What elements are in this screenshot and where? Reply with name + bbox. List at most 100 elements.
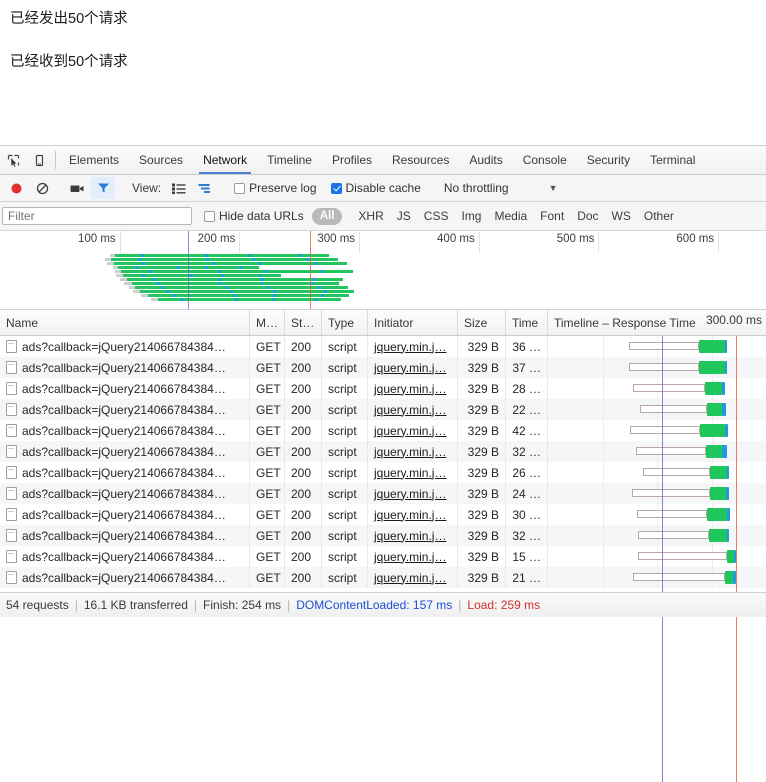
requests-table-body[interactable]: ads?callback=jQuery214066784384… GET 200 sc… [0,336,766,782]
filter-type-xhr[interactable]: XHR [353,209,388,223]
cell-name: ads?callback=jQuery214066784384… [0,462,250,483]
filter-funnel-icon[interactable] [91,177,115,199]
column-header-status[interactable]: St… [285,310,322,335]
column-header-size[interactable]: Size [458,310,506,335]
tab-terminal[interactable]: Terminal [640,146,705,174]
overview-bar-marker [232,294,236,297]
tab-timeline[interactable]: Timeline [257,146,322,174]
table-row[interactable]: ads?callback=jQuery214066784384… GET 200 sc… [0,504,766,525]
cell-method: GET [250,420,285,441]
cell-type: script [322,420,368,441]
table-row[interactable]: ads?callback=jQuery214066784384… GET 200 sc… [0,357,766,378]
checkbox-box [234,182,246,194]
hide-data-urls-checkbox[interactable]: Hide data URLs [204,209,304,223]
preserve-log-checkbox[interactable]: Preserve log [234,181,317,195]
disable-cache-checkbox[interactable]: Disable cache [330,181,421,195]
overview-domcontentloaded-line [187,231,189,309]
initiator-link[interactable]: jquery.min.j… [374,403,446,417]
cell-status: 200 [285,378,322,399]
tab-security[interactable]: Security [577,146,640,174]
tab-audits[interactable]: Audits [459,146,512,174]
table-row[interactable]: ads?callback=jQuery214066784384… GET 200 sc… [0,483,766,504]
overview-bar-marker [205,266,209,269]
initiator-link[interactable]: jquery.min.j… [374,340,446,354]
waterfall-wait-bar [633,573,725,581]
overview-bar-marker [271,298,275,301]
filter-type-all[interactable]: All [311,207,343,225]
overview-bar-marker [206,258,210,261]
filter-type-other[interactable]: Other [639,209,679,223]
table-row[interactable]: ads?callback=jQuery214066784384… GET 200 sc… [0,336,766,357]
column-header-time[interactable]: Time [506,310,548,335]
initiator-link[interactable]: jquery.min.j… [374,487,446,501]
initiator-link[interactable]: jquery.min.j… [374,382,446,396]
clear-icon[interactable] [30,177,54,199]
cell-time: 32 … [506,441,548,462]
filter-type-doc[interactable]: Doc [572,209,603,223]
tab-sources[interactable]: Sources [129,146,193,174]
waterfall-wait-bar [631,489,711,497]
table-row[interactable]: ads?callback=jQuery214066784384… GET 200 sc… [0,525,766,546]
filter-type-media[interactable]: Media [489,209,532,223]
waterfall-download-bar [724,361,727,374]
tab-resources[interactable]: Resources [382,146,459,174]
cell-name: ads?callback=jQuery214066784384… [0,546,250,567]
initiator-link[interactable]: jquery.min.j… [374,361,446,375]
column-header-name[interactable]: Name [0,310,250,335]
filter-type-img[interactable]: Img [456,209,486,223]
filter-input[interactable] [2,207,192,225]
view-waterfall-icon[interactable] [193,177,217,199]
filter-type-js[interactable]: JS [392,209,416,223]
column-header-method[interactable]: M… [250,310,285,335]
capture-screenshots-icon[interactable] [65,177,89,199]
request-name: ads?callback=jQuery214066784384… [22,402,226,417]
waterfall-gridline [602,525,604,546]
network-overview-timeline[interactable]: 100 ms 200 ms 300 ms 400 ms 500 ms 600 ms [0,231,766,310]
overview-bar-response [148,294,350,297]
column-header-type[interactable]: Type [322,310,368,335]
overview-bar-wait [106,262,114,265]
table-row[interactable]: ads?callback=jQuery214066784384… GET 200 sc… [0,378,766,399]
column-header-waterfall[interactable]: Timeline – Response Time 300.00 ms [548,310,766,335]
filter-type-list: XHR JS CSS Img Media Font Doc WS Other [353,209,678,223]
tab-network[interactable]: Network [193,146,257,174]
table-row[interactable]: ads?callback=jQuery214066784384… GET 200 sc… [0,420,766,441]
initiator-link[interactable]: jquery.min.j… [374,529,446,543]
filter-type-ws[interactable]: WS [607,209,636,223]
overview-bar-response [123,274,282,277]
cell-type: script [322,441,368,462]
initiator-link[interactable]: jquery.min.j… [374,424,446,438]
column-header-initiator[interactable]: Initiator [368,310,458,335]
device-toolbar-icon[interactable] [26,146,52,174]
request-name: ads?callback=jQuery214066784384… [22,381,226,396]
table-row[interactable]: ads?callback=jQuery214066784384… GET 200 sc… [0,462,766,483]
element-picker-icon[interactable] [0,146,26,174]
view-list-icon[interactable] [167,177,191,199]
initiator-link[interactable]: jquery.min.j… [374,508,446,522]
tab-elements[interactable]: Elements [59,146,129,174]
initiator-link[interactable]: jquery.min.j… [374,445,446,459]
waterfall-response-bar [726,550,735,563]
cell-initiator: jquery.min.j… [368,336,458,357]
initiator-link[interactable]: jquery.min.j… [374,571,446,585]
filter-type-css[interactable]: CSS [419,209,454,223]
tab-console[interactable]: Console [513,146,577,174]
table-row[interactable]: ads?callback=jQuery214066784384… GET 200 sc… [0,399,766,420]
record-icon[interactable] [4,177,28,199]
initiator-link[interactable]: jquery.min.j… [374,550,446,564]
table-row[interactable]: ads?callback=jQuery214066784384… GET 200 sc… [0,567,766,588]
cell-initiator: jquery.min.j… [368,483,458,504]
filter-type-font[interactable]: Font [535,209,569,223]
table-row[interactable]: ads?callback=jQuery214066784384… GET 200 sc… [0,546,766,567]
cell-initiator: jquery.min.j… [368,357,458,378]
overview-bar-wait [116,274,124,277]
script-file-icon [6,403,17,416]
cell-time: 21 … [506,567,548,588]
throttling-select[interactable]: No throttling ▼ [438,181,558,195]
cell-initiator: jquery.min.j… [368,504,458,525]
initiator-link[interactable]: jquery.min.j… [374,466,446,480]
waterfall-response-bar [707,508,728,521]
tab-profiles[interactable]: Profiles [322,146,382,174]
table-row[interactable]: ads?callback=jQuery214066784384… GET 200 sc… [0,441,766,462]
overview-bar-marker [224,286,228,289]
